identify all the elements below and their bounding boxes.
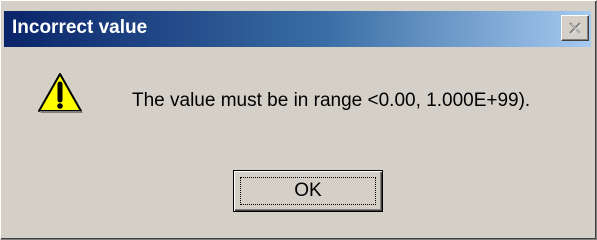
title-bar[interactable]: Incorrect value bbox=[4, 11, 591, 47]
dialog-window: Incorrect value The value must be in ran… bbox=[0, 0, 597, 240]
ok-button-label: OK bbox=[294, 180, 322, 201]
dialog-title: Incorrect value bbox=[12, 17, 148, 38]
ok-button[interactable]: OK bbox=[233, 170, 383, 212]
warning-icon bbox=[38, 73, 83, 113]
close-button[interactable] bbox=[561, 15, 589, 41]
dialog-message: The value must be in range <0.00, 1.000E… bbox=[132, 90, 531, 111]
close-icon bbox=[569, 22, 582, 35]
